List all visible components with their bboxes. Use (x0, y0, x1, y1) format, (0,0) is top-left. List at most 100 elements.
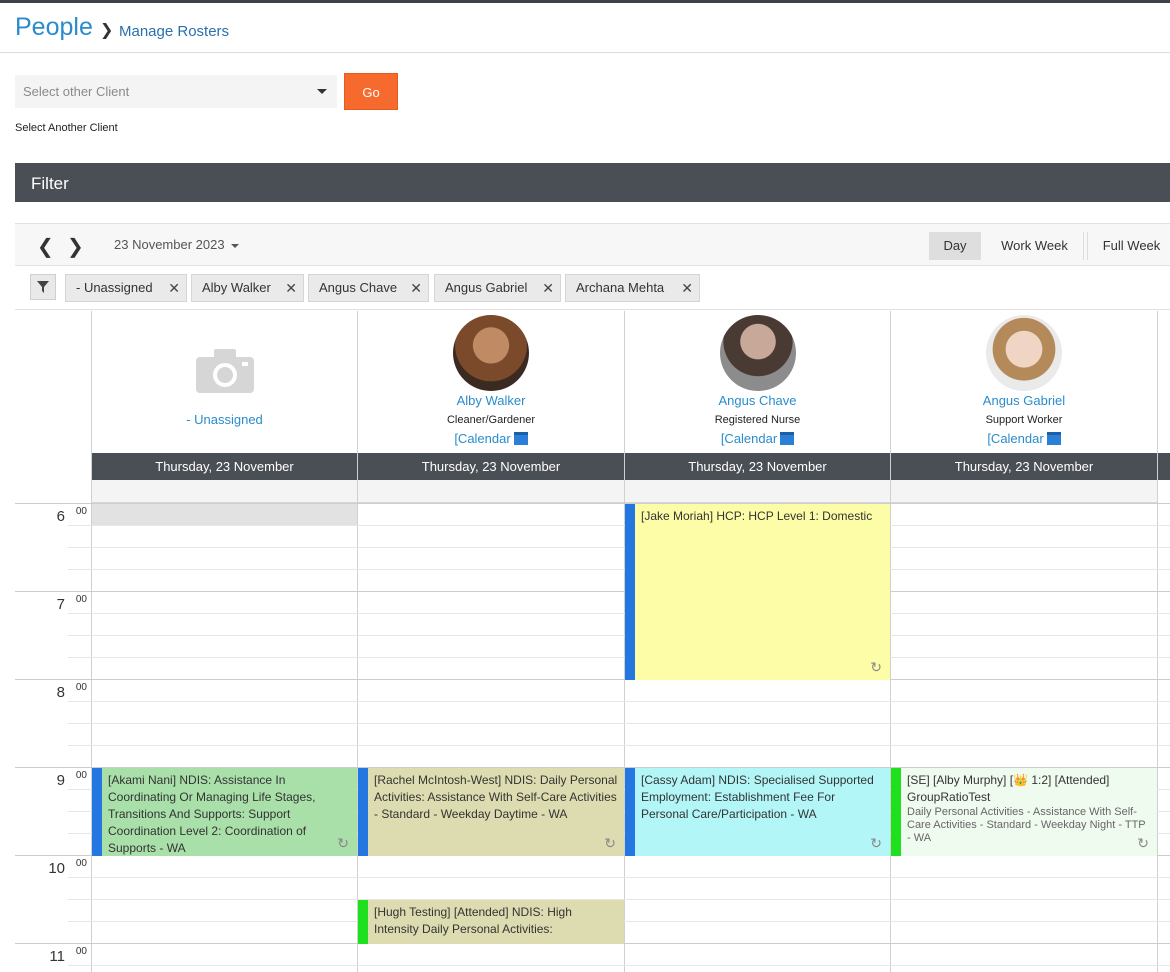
all-day-cell[interactable] (891, 480, 1157, 503)
hour-minutes: 00 (75, 682, 87, 693)
resource-name[interactable]: Alby Walker (358, 393, 624, 408)
recurring-icon: ↻ (1137, 835, 1149, 851)
hour-number: 11 (49, 948, 65, 965)
resource-name[interactable]: Angus Gabriel (891, 393, 1157, 408)
hour-minutes: 00 (75, 946, 87, 957)
date-label: 23 November 2023 (114, 237, 225, 252)
slot-gridline (68, 965, 1170, 966)
hour-minutes: 00 (75, 770, 87, 781)
client-select-placeholder: Select other Client (23, 84, 130, 99)
hour-minutes: 00 (75, 594, 87, 605)
shift-event[interactable]: [Rachel McIntosh-West] NDIS: Daily Perso… (358, 768, 624, 856)
calendar-icon (513, 432, 528, 445)
recurring-icon: ↻ (870, 659, 882, 675)
event-title: [Rachel McIntosh-West] NDIS: Daily Perso… (374, 773, 618, 821)
event-title: [Hugh Testing] [Attended] NDIS: High Int… (374, 905, 572, 936)
resource-name[interactable]: - Unassigned (92, 412, 357, 427)
event-title: [Akami Nani] NDIS: Assistance In Coordin… (108, 773, 316, 855)
close-icon[interactable]: ✕ (285, 275, 297, 301)
resource-name[interactable]: Angus Chave (625, 393, 890, 408)
calendar-link[interactable]: [Calendar (891, 431, 1157, 446)
hour-gridline (15, 591, 1170, 592)
filter-button[interactable] (30, 274, 56, 300)
resource-header-alby-walker: Alby Walker Cleaner/Gardener [Calendar (358, 311, 624, 453)
chip-label: Archana Mehta (576, 280, 665, 295)
camera-icon (196, 349, 254, 393)
resource-header-angus-gabriel: Angus Gabriel Support Worker [Calendar (891, 311, 1157, 453)
avatar (986, 315, 1062, 391)
resource-role: Cleaner/Gardener (446, 414, 536, 426)
event-title: [Cassy Adam] NDIS: Specialised Supported… (641, 773, 874, 821)
hour-minutes: 00 (75, 858, 87, 869)
shift-event[interactable]: [Jake Moriah] HCP: HCP Level 1: Domestic… (625, 504, 890, 680)
event-status-bar (92, 768, 102, 856)
chip-archana-mehta[interactable]: Archana Mehta ✕ (565, 274, 700, 302)
caret-down-icon (230, 243, 239, 248)
slot-gridline (68, 613, 1170, 614)
chip-label: Angus Chave (319, 280, 398, 295)
slot-gridline (68, 547, 1170, 548)
view-day-button[interactable]: Day (929, 232, 981, 260)
slot-gridline (68, 701, 1170, 702)
chip-angus-chave[interactable]: Angus Chave ✕ (308, 274, 429, 302)
event-status-bar (358, 900, 368, 944)
chevron-down-icon (317, 89, 327, 94)
prev-arrow-icon[interactable]: ❮ (37, 234, 54, 259)
calendar-link-label: [Calendar (720, 431, 778, 446)
close-icon[interactable]: ✕ (542, 275, 554, 301)
breadcrumb[interactable]: Manage Rosters (119, 23, 229, 40)
close-icon[interactable]: ✕ (681, 275, 693, 301)
event-title: [Jake Moriah] HCP: HCP Level 1: Domestic (641, 509, 873, 523)
calendar-link-label: [Calendar (454, 431, 511, 446)
slot-gridline (68, 877, 1170, 878)
avatar (720, 315, 796, 391)
date-picker[interactable]: 23 November 2023 (114, 237, 239, 252)
close-icon[interactable]: ✕ (410, 275, 422, 301)
hour-minutes: 00 (75, 506, 87, 517)
resource-header-unassigned: - Unassigned (92, 311, 357, 453)
all-day-cell[interactable] (92, 480, 357, 503)
all-day-cell[interactable] (625, 480, 890, 503)
filter-icon (37, 281, 49, 293)
client-select[interactable]: Select other Client (15, 75, 337, 108)
chip-alby-walker[interactable]: Alby Walker ✕ (191, 274, 304, 302)
slot-gridline (68, 569, 1170, 570)
chip-label: Angus Gabriel (445, 280, 528, 295)
event-status-bar (891, 768, 901, 856)
all-day-cell[interactable] (358, 480, 624, 503)
calendar-toolbar: ❮ ❯ 23 November 2023 Day Work Week Full … (15, 223, 1170, 266)
event-status-bar (625, 504, 635, 680)
shift-event[interactable]: [Hugh Testing] [Attended] NDIS: High Int… (358, 900, 624, 944)
resource-role: Support Worker (985, 414, 1063, 426)
column-divider (1157, 311, 1158, 972)
client-help-text: Select Another Client (15, 122, 118, 134)
next-arrow-icon[interactable]: ❯ (67, 234, 84, 259)
blocked-slot (92, 504, 357, 525)
go-button[interactable]: Go (344, 73, 398, 110)
resource-header-angus-chave: Angus Chave Registered Nurse [Calendar (625, 311, 890, 453)
hour-gridline (15, 679, 1170, 680)
slot-gridline (68, 745, 1170, 746)
calendar-link-label: [Calendar (987, 431, 1044, 446)
filter-panel-header[interactable]: Filter (15, 163, 1170, 202)
calendar-link[interactable]: [Calendar (625, 431, 890, 446)
view-work-week-button[interactable]: Work Week (986, 232, 1084, 260)
shift-event[interactable]: [Cassy Adam] NDIS: Specialised Supported… (625, 768, 890, 856)
recurring-icon: ↻ (337, 835, 349, 851)
hour-number: 6 (56, 508, 65, 525)
chip-label: - Unassigned (76, 280, 153, 295)
view-full-week-button[interactable]: Full Week (1087, 232, 1170, 260)
shift-event[interactable]: [SE] [Alby Murphy] [👑 1:2] [Attended] Gr… (891, 768, 1157, 856)
close-icon[interactable]: ✕ (168, 275, 180, 301)
chevron-right-icon: ❯ (100, 22, 114, 39)
shift-event[interactable]: [Akami Nani] NDIS: Assistance In Coordin… (92, 768, 357, 856)
calendar-icon (780, 432, 795, 445)
calendar-icon (1046, 432, 1061, 445)
slot-gridline (68, 635, 1170, 636)
chip-angus-gabriel[interactable]: Angus Gabriel ✕ (434, 274, 561, 302)
page-title[interactable]: People (15, 13, 93, 42)
chip-unassigned[interactable]: - Unassigned ✕ (65, 274, 187, 302)
calendar-link[interactable]: [Calendar (358, 431, 624, 446)
slot-gridline (68, 657, 1170, 658)
hour-number: 7 (56, 596, 65, 613)
